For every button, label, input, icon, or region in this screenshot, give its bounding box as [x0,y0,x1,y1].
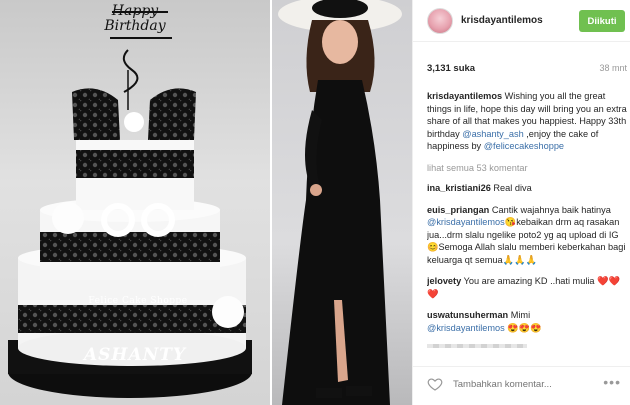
post-header: krisdayantilemos Diikuti [413,0,630,42]
comment-mention[interactable]: @krisdayantilemos [427,323,505,333]
follow-button[interactable]: Diikuti [579,10,625,32]
comment-mention[interactable]: @krisdayantilemos [427,217,505,227]
view-all-comments-link[interactable]: lihat semua 53 komentar [427,162,627,175]
heart-icon[interactable] [427,376,443,392]
comment-item: uswatunsuherman Mimi @krisdayantilemos 😍… [427,309,627,334]
post-meta: 3,131 suka 38 mnt [427,63,627,77]
comment-username[interactable]: uswatunsuherman [427,310,508,320]
likes-count[interactable]: 3,131 suka [427,63,475,74]
comments-list: krisdayantilemos Wishing you all the gre… [427,90,627,348]
portrait-illustration [278,0,402,405]
comment-item-obscured [427,343,627,348]
caption-username[interactable]: krisdayantilemos [427,91,502,101]
topper-text: Happy Birthday [104,3,166,34]
caption-mention[interactable]: @ashanty_ash [462,129,523,139]
cake-name: ASHANTY [83,345,187,365]
caption-mention[interactable]: @felicecakeshoppe [484,141,564,151]
cake-label: Felice Cake Shoppe [88,296,188,306]
comment-text: Cantik wajahnya baik hatinya [491,204,611,215]
avatar[interactable] [427,8,453,34]
comment-item: euis_priangan Cantik wajahnya baik hatin… [427,204,627,267]
comment-username[interactable]: jelovety [427,276,461,286]
comment-footer: ••• [413,366,630,405]
post-time[interactable]: 38 mnt [599,63,627,73]
more-options-icon[interactable]: ••• [603,374,621,390]
comment-text: 😍😍😍 [507,322,542,333]
comment-text: Real diva [493,183,532,193]
blurred-comment [427,344,527,348]
comment-item: jelovety You are amazing KD ..hati mulia… [427,275,627,300]
comment-username[interactable]: ina_kristiani26 [427,183,491,193]
comment-text: Mimi [510,310,531,320]
post-sidebar: krisdayantilemos Diikuti 3,131 suka 38 m… [412,0,630,405]
caption: krisdayantilemos Wishing you all the gre… [427,90,627,153]
comment-input[interactable] [453,376,603,392]
username-link[interactable]: krisdayantilemos [461,15,543,26]
post-image[interactable]: Happy Birthday Felice Cake Shoppe ASHANT… [0,0,412,405]
portrait-photo [272,0,412,405]
comment-item: ina_kristiani26 Real diva [427,182,627,195]
comment-username[interactable]: euis_priangan [427,205,489,215]
